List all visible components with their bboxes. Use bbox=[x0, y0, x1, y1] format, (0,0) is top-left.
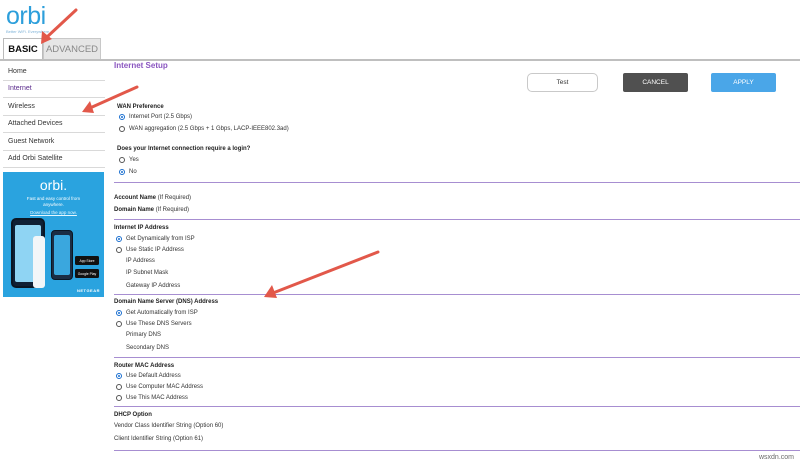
radio-wan-aggregation-label: WAN aggregation (2.5 Gbps + 1 Gbps, LACP… bbox=[129, 126, 289, 132]
mode-tabs: BASIC ADVANCED bbox=[3, 38, 101, 59]
radio-ip-static[interactable] bbox=[116, 247, 122, 253]
domain-name-label: Domain Name bbox=[114, 207, 155, 213]
radio-mac-custom-label: Use This MAC Address bbox=[126, 395, 188, 401]
login-question: Does your Internet connection require a … bbox=[117, 146, 251, 152]
logo-wordmark: orbi bbox=[6, 2, 46, 30]
apply-button[interactable]: APPLY bbox=[711, 73, 776, 92]
page-title: Internet Setup bbox=[114, 61, 168, 70]
radio-login-yes-label: Yes bbox=[129, 157, 139, 163]
domain-name-hint: (If Required) bbox=[155, 207, 190, 213]
tab-advanced[interactable]: ADVANCED bbox=[43, 38, 101, 59]
radio-dns-manual-label: Use These DNS Servers bbox=[126, 321, 192, 327]
radio-ip-static-label: Use Static IP Address bbox=[126, 247, 184, 253]
dns-heading: Domain Name Server (DNS) Address bbox=[114, 299, 219, 305]
google-play-badge[interactable]: Google Play bbox=[75, 269, 99, 278]
test-button[interactable]: Test bbox=[527, 73, 598, 92]
radio-ip-dynamic-label: Get Dynamically from ISP bbox=[126, 236, 195, 242]
promo-text: Fast and easy control from anywhere. bbox=[26, 196, 81, 207]
domain-name-row: Domain Name (If Required) bbox=[114, 207, 189, 213]
primary-dns-label: Primary DNS bbox=[126, 332, 162, 338]
radio-dns-auto-label: Get Automatically from ISP bbox=[126, 310, 198, 316]
sidebar-item-internet[interactable]: Internet bbox=[3, 81, 105, 98]
sidebar-item-add-satellite[interactable]: Add Orbi Satellite bbox=[3, 151, 105, 168]
section-divider bbox=[114, 357, 800, 358]
dhcp-heading: DHCP Option bbox=[114, 412, 152, 418]
account-name-row: Account Name (If Required) bbox=[114, 195, 191, 201]
cancel-button[interactable]: CANCEL bbox=[623, 73, 688, 92]
radio-mac-computer[interactable] bbox=[116, 384, 122, 390]
radio-mac-default-label: Use Default Address bbox=[126, 373, 181, 379]
app-promo-banner[interactable]: orbi. Fast and easy control from anywher… bbox=[3, 172, 104, 297]
radio-internet-port[interactable] bbox=[119, 114, 125, 120]
orbi-device-image bbox=[33, 236, 45, 288]
account-name-hint: (If Required) bbox=[157, 195, 192, 201]
phone-mini-screen bbox=[54, 235, 70, 275]
secondary-dns-label: Secondary DNS bbox=[126, 345, 170, 351]
sidebar-item-guest-network[interactable]: Guest Network bbox=[3, 133, 105, 151]
option60-label: Vendor Class Identifier String (Option 6… bbox=[114, 423, 224, 429]
sidebar-item-attached-devices[interactable]: Attached Devices bbox=[3, 116, 105, 133]
radio-login-no-label: No bbox=[129, 169, 137, 175]
sidebar-item-home[interactable]: Home bbox=[3, 63, 105, 81]
logo-tagline: Better WiFi. Everywhere. bbox=[6, 29, 51, 34]
radio-dns-auto[interactable] bbox=[116, 310, 122, 316]
radio-ip-dynamic[interactable] bbox=[116, 236, 122, 242]
section-divider bbox=[114, 182, 800, 183]
app-store-badge[interactable]: App Store bbox=[75, 256, 99, 265]
gateway-ip-label: Gateway IP Address bbox=[126, 283, 181, 289]
radio-mac-custom[interactable] bbox=[116, 395, 122, 401]
ip-address-label: IP Address bbox=[126, 258, 155, 264]
section-divider bbox=[114, 294, 800, 295]
account-name-label: Account Name bbox=[114, 195, 157, 201]
section-divider bbox=[114, 450, 800, 451]
radio-internet-port-label: Internet Port (2.5 Gbps) bbox=[129, 114, 193, 120]
radio-login-no[interactable] bbox=[119, 169, 125, 175]
wan-heading: WAN Preference bbox=[117, 104, 164, 110]
mac-heading: Router MAC Address bbox=[114, 363, 175, 369]
arrow-to-dns-section bbox=[264, 250, 380, 298]
radio-dns-manual[interactable] bbox=[116, 321, 122, 327]
option61-label: Client Identifier String (Option 61) bbox=[114, 436, 204, 442]
sidebar-item-wireless[interactable]: Wireless bbox=[3, 98, 105, 116]
sidebar-nav: Home Internet Wireless Attached Devices … bbox=[3, 63, 105, 168]
section-divider bbox=[114, 219, 800, 220]
radio-wan-aggregation[interactable] bbox=[119, 126, 125, 132]
orbi-logo: orbi Better WiFi. Everywhere. bbox=[6, 4, 66, 36]
promo-logo: orbi. bbox=[39, 177, 68, 193]
netgear-brand: NETGEAR bbox=[76, 288, 100, 293]
radio-mac-default[interactable] bbox=[116, 373, 122, 379]
radio-mac-computer-label: Use Computer MAC Address bbox=[126, 384, 204, 390]
promo-download-link[interactable]: Download the app now. bbox=[3, 210, 104, 215]
phone-mini-image bbox=[51, 230, 73, 280]
section-divider bbox=[114, 406, 800, 407]
radio-login-yes[interactable] bbox=[119, 157, 125, 163]
subnet-mask-label: IP Subnet Mask bbox=[126, 270, 169, 276]
internet-ip-heading: Internet IP Address bbox=[114, 225, 169, 231]
watermark: wsxdn.com bbox=[758, 454, 794, 461]
tab-basic[interactable]: BASIC bbox=[3, 38, 43, 59]
